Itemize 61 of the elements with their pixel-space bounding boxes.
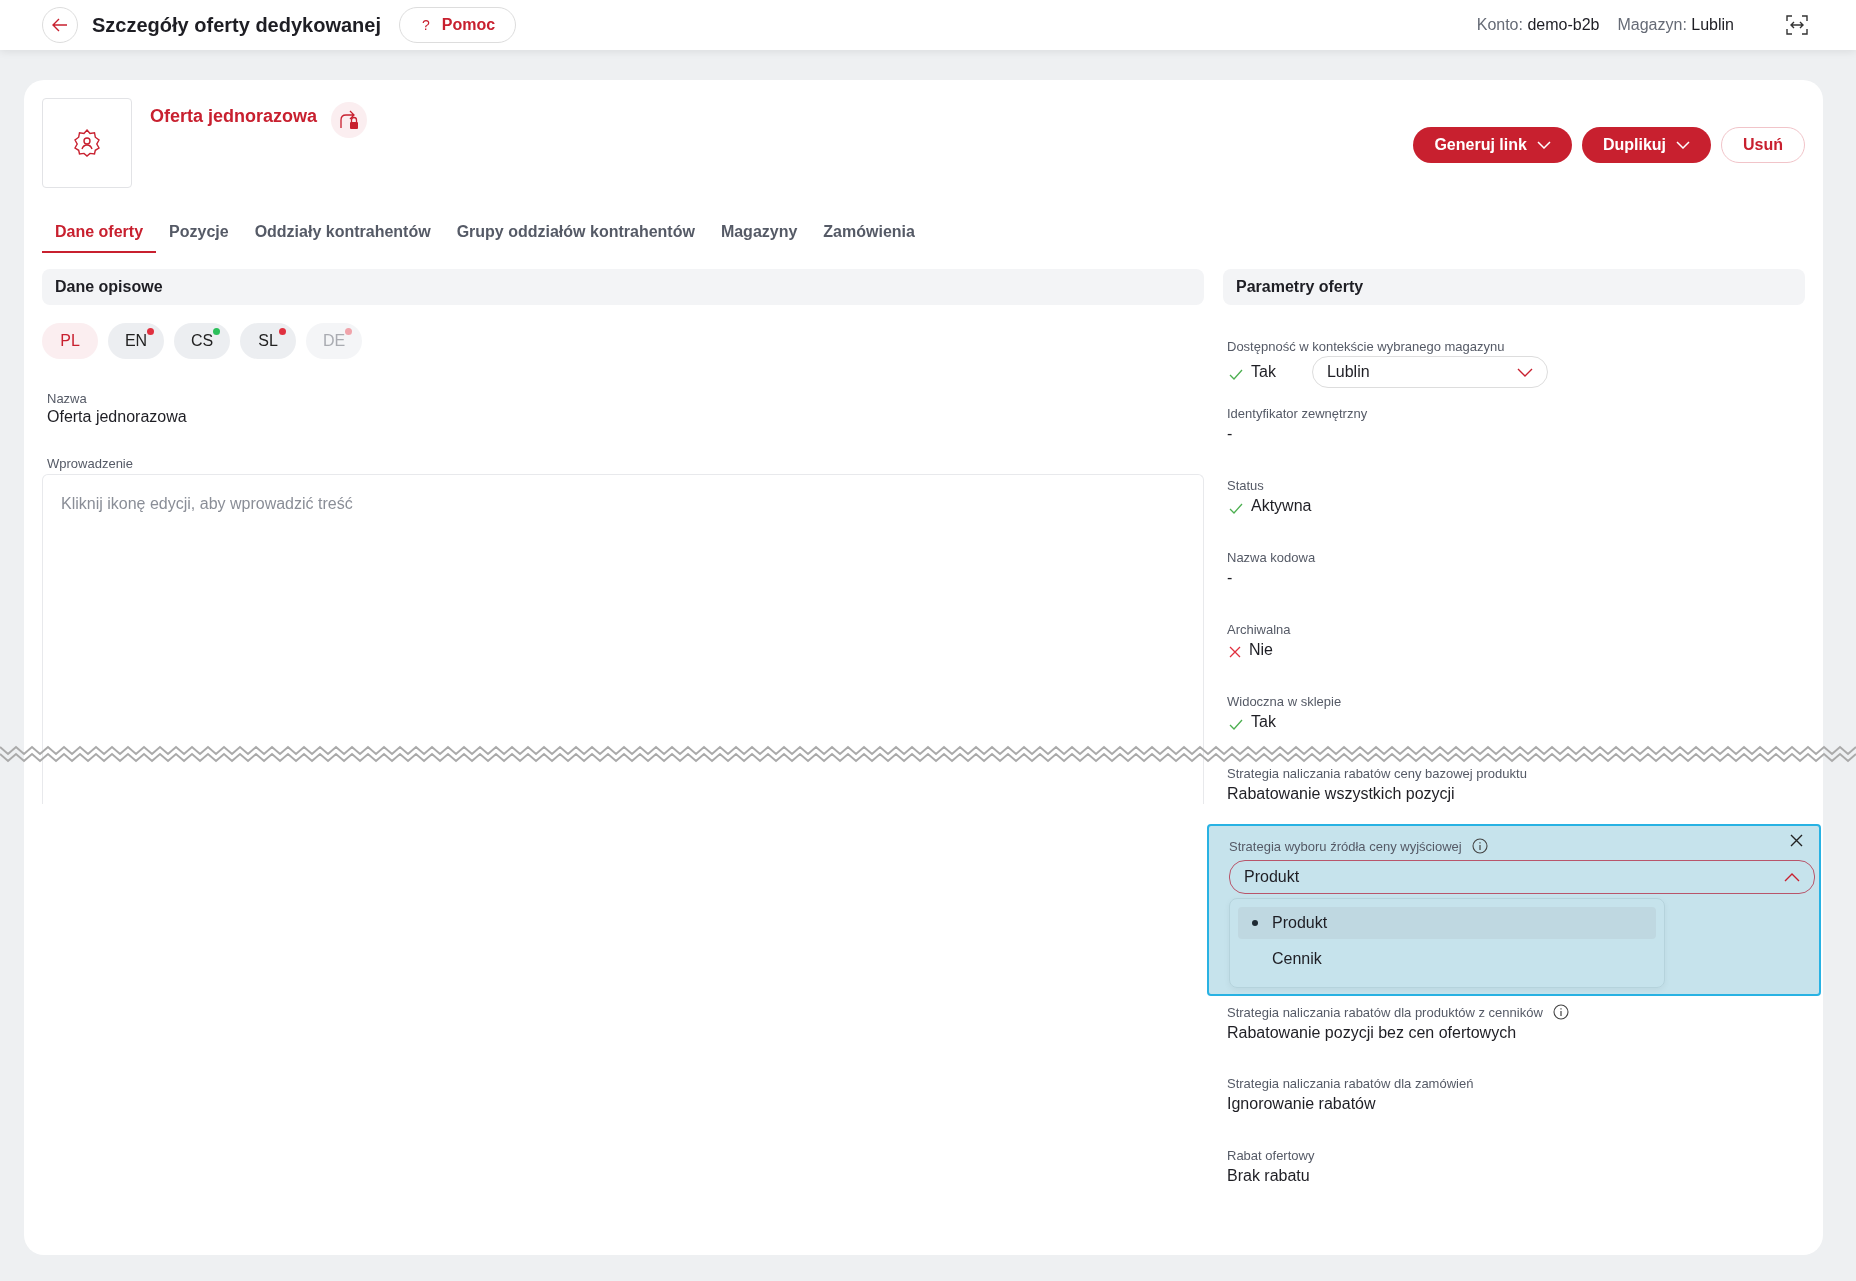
field-label: Nazwa bbox=[47, 391, 88, 406]
close-icon[interactable] bbox=[1790, 834, 1803, 847]
field-label: Dostępność w kontekście wybranego magazynu bbox=[1227, 339, 1505, 354]
tab[interactable]: Oddziały kontrahentów bbox=[241, 215, 444, 253]
delete-button[interactable]: Usuń bbox=[1721, 127, 1805, 163]
tab[interactable]: Zamówienia bbox=[810, 215, 928, 253]
action-dropdown-button[interactable]: Generuj link bbox=[1413, 127, 1572, 163]
field-value: Oferta jednorazowa bbox=[47, 408, 188, 426]
action-dropdown-button[interactable]: Duplikuj bbox=[1581, 127, 1711, 163]
back-arrow-icon bbox=[51, 16, 69, 34]
field-label: Rabat ofertowy bbox=[1227, 1148, 1315, 1163]
field-value: Nie bbox=[1249, 641, 1273, 659]
field-label: Nazwa kodowa bbox=[1227, 550, 1316, 565]
section-header: Dane opisowe bbox=[42, 269, 1204, 305]
field-value: Aktywna bbox=[1251, 497, 1312, 515]
language-chip[interactable]: CS bbox=[174, 323, 230, 359]
section-header: Parametry oferty bbox=[1223, 269, 1805, 305]
dropdown-option[interactable]: Produkt bbox=[1238, 907, 1656, 939]
field-value: - bbox=[1227, 425, 1233, 443]
field-label: Strategia naliczania rabatów dla produktów z cenników bbox=[1227, 1004, 1543, 1020]
field-label: Status bbox=[1227, 478, 1264, 493]
share-lock-icon[interactable] bbox=[331, 102, 368, 138]
tab[interactable]: Dane oferty bbox=[42, 215, 157, 253]
field-label: Wprowadzenie bbox=[47, 456, 134, 471]
page-title: Szczegóły oferty dedykowanej bbox=[92, 13, 381, 37]
field-label: Archiwalna bbox=[1227, 622, 1291, 637]
back-button[interactable] bbox=[42, 7, 78, 43]
tab[interactable]: Magazyny bbox=[707, 215, 811, 253]
help-button[interactable]: ? Pomoc bbox=[399, 7, 517, 43]
chevron-down-icon bbox=[1516, 367, 1533, 377]
field-value: Ignorowanie rabatów bbox=[1227, 1095, 1376, 1113]
field-value: Tak bbox=[1251, 713, 1276, 731]
field-value: Brak rabatu bbox=[1227, 1167, 1310, 1185]
language-chip[interactable]: PL bbox=[42, 323, 98, 359]
warehouse-info: Magazyn: Lublin bbox=[1617, 16, 1734, 34]
badge-person-icon bbox=[72, 128, 102, 158]
field-label: Widoczna w sklepie bbox=[1227, 694, 1342, 709]
field-value: - bbox=[1227, 569, 1233, 587]
chevron-down-icon bbox=[1536, 141, 1551, 149]
field-label: Strategia wyboru źródła ceny wyjściowej bbox=[1229, 838, 1462, 854]
info-icon[interactable] bbox=[1471, 838, 1488, 854]
field-label: Strategia naliczania rabatów dla zamówień bbox=[1227, 1076, 1474, 1091]
tab[interactable]: Pozycje bbox=[156, 215, 242, 253]
expand-icon[interactable] bbox=[1786, 15, 1808, 35]
select-field[interactable]: Produkt bbox=[1229, 860, 1815, 894]
offer-name: Oferta jednorazowa bbox=[150, 106, 318, 127]
language-chip[interactable]: EN bbox=[108, 323, 164, 359]
selected-bullet-icon bbox=[1252, 920, 1258, 926]
field-value: Tak bbox=[1251, 363, 1276, 381]
field-label: Strategia naliczania rabatów ceny bazowej produktu bbox=[1227, 766, 1527, 781]
field-value: Rabatowanie wszystkich pozycji bbox=[1227, 785, 1455, 803]
field-value: Rabatowanie pozycji bez cen ofertowych bbox=[1227, 1024, 1517, 1042]
dropdown-option[interactable]: Cennik bbox=[1238, 943, 1656, 975]
chevron-up-icon bbox=[1784, 872, 1800, 882]
account-info: Konto: demo-b2b bbox=[1476, 16, 1600, 34]
chevron-down-icon bbox=[1676, 141, 1690, 149]
language-chip[interactable]: SL bbox=[240, 323, 296, 359]
info-icon[interactable] bbox=[1552, 1004, 1569, 1020]
tab[interactable]: Grupy oddziałów kontrahentów bbox=[443, 215, 708, 253]
field-label: Identyfikator zewnętrzny bbox=[1227, 406, 1368, 421]
editor-placeholder: Kliknij ikonę edycji, aby wprowadzić treść bbox=[61, 495, 353, 512]
